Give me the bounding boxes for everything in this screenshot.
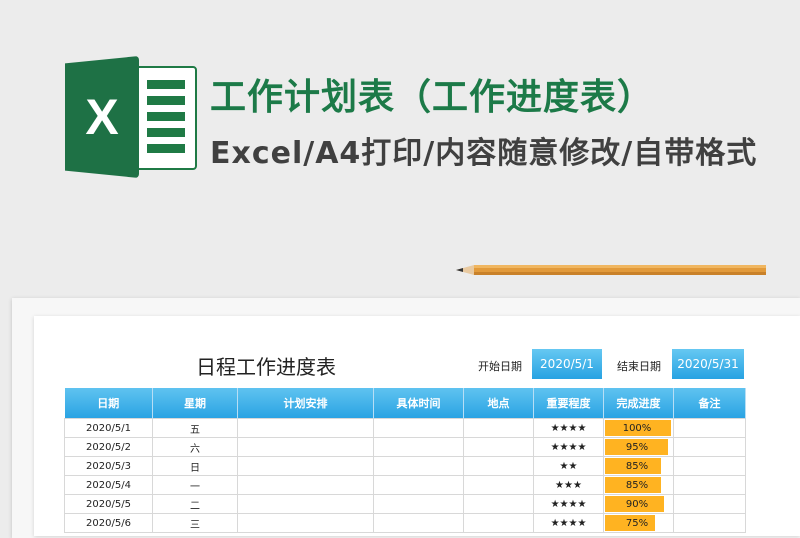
cell-place[interactable] (463, 418, 534, 438)
progress-text: 90% (625, 498, 649, 510)
cell-weekday[interactable]: 日 (152, 456, 238, 476)
cell-importance[interactable]: ★★★★ (533, 494, 604, 514)
end-date-label: 结束日期 (617, 360, 661, 373)
table-header-row: 日期 星期 计划安排 具体时间 地点 重要程度 完成进度 备注 (64, 388, 746, 419)
cell-progress[interactable]: 100% (603, 418, 674, 438)
progress-text: 95% (625, 441, 649, 453)
table-row: 2020/5/3 日 ★★ 85% (64, 456, 746, 476)
cell-progress[interactable]: 95% (603, 437, 674, 457)
cell-place[interactable] (463, 475, 534, 495)
cell-date[interactable]: 2020/5/6 (64, 513, 153, 533)
column-header-note[interactable]: 备注 (673, 388, 746, 419)
progress-text: 75% (625, 517, 649, 529)
cell-place[interactable] (463, 456, 534, 476)
progress-text: 85% (625, 479, 649, 491)
logo-letter: X (85, 89, 119, 145)
cell-weekday[interactable]: 一 (152, 475, 238, 495)
cell-plan[interactable] (237, 437, 374, 457)
cell-plan[interactable] (237, 513, 374, 533)
cell-date[interactable]: 2020/5/4 (64, 475, 153, 495)
table-row: 2020/5/4 一 ★★★ 85% (64, 475, 746, 495)
cell-place[interactable] (463, 437, 534, 457)
table-row: 2020/5/6 三 ★★★★ 75% (64, 513, 746, 533)
table-row: 2020/5/2 六 ★★★★ 95% (64, 437, 746, 457)
cell-date[interactable]: 2020/5/1 (64, 418, 153, 438)
cell-importance[interactable]: ★★★★ (533, 513, 604, 533)
cell-progress[interactable]: 85% (603, 456, 674, 476)
column-header-importance[interactable]: 重要程度 (533, 388, 604, 419)
grid-cell (147, 128, 185, 137)
grid-cell (147, 144, 185, 153)
cell-place[interactable] (463, 513, 534, 533)
cell-time[interactable] (373, 494, 464, 514)
cell-plan[interactable] (237, 456, 374, 476)
end-date-value[interactable]: 2020/5/31 (672, 349, 744, 379)
cell-note[interactable] (673, 513, 746, 533)
cell-weekday[interactable]: 三 (152, 513, 238, 533)
progress-text: 85% (625, 460, 649, 472)
cell-plan[interactable] (237, 418, 374, 438)
cell-note[interactable] (673, 456, 746, 476)
cell-time[interactable] (373, 418, 464, 438)
cell-plan[interactable] (237, 475, 374, 495)
column-header-place[interactable]: 地点 (463, 388, 534, 419)
cell-note[interactable] (673, 437, 746, 457)
cell-progress[interactable]: 90% (603, 494, 674, 514)
cell-note[interactable] (673, 494, 746, 514)
cell-weekday[interactable]: 二 (152, 494, 238, 514)
cell-importance[interactable]: ★★ (533, 456, 604, 476)
cell-progress[interactable]: 85% (603, 475, 674, 495)
cell-importance[interactable]: ★★★ (533, 475, 604, 495)
page-subtitle: Excel/A4打印/内容随意修改/自带格式 (210, 136, 758, 171)
cell-date[interactable]: 2020/5/3 (64, 456, 153, 476)
cell-time[interactable] (373, 456, 464, 476)
grid-cell (147, 112, 185, 121)
cell-plan[interactable] (237, 494, 374, 514)
page-title: 工作计划表（工作进度表） (210, 77, 655, 118)
cell-progress[interactable]: 75% (603, 513, 674, 533)
cell-weekday[interactable]: 六 (152, 437, 238, 457)
progress-text: 100% (622, 422, 652, 434)
pencil-icon (456, 265, 766, 275)
excel-logo-icon: X (65, 56, 197, 178)
cell-time[interactable] (373, 513, 464, 533)
cell-note[interactable] (673, 418, 746, 438)
cell-time[interactable] (373, 437, 464, 457)
start-date-label: 开始日期 (478, 360, 522, 373)
column-header-weekday[interactable]: 星期 (152, 388, 238, 419)
cell-weekday[interactable]: 五 (152, 418, 238, 438)
cell-date[interactable]: 2020/5/5 (64, 494, 153, 514)
cell-note[interactable] (673, 475, 746, 495)
cell-date[interactable]: 2020/5/2 (64, 437, 153, 457)
cell-place[interactable] (463, 494, 534, 514)
cell-time[interactable] (373, 475, 464, 495)
column-header-date[interactable]: 日期 (64, 388, 153, 419)
cell-importance[interactable]: ★★★★ (533, 437, 604, 457)
table-row: 2020/5/5 二 ★★★★ 90% (64, 494, 746, 514)
cell-importance[interactable]: ★★★★ (533, 418, 604, 438)
sheet-title: 日程工作进度表 (196, 355, 336, 379)
excel-x-badge: X (65, 56, 139, 178)
schedule-table: 日期 星期 计划安排 具体时间 地点 重要程度 完成进度 备注 2020/5/1… (64, 388, 746, 533)
column-header-time[interactable]: 具体时间 (373, 388, 464, 419)
column-header-progress[interactable]: 完成进度 (603, 388, 674, 419)
grid-cell (147, 96, 185, 105)
table-row: 2020/5/1 五 ★★★★ 100% (64, 418, 746, 438)
grid-cell (147, 80, 185, 89)
column-header-plan[interactable]: 计划安排 (237, 388, 374, 419)
start-date-value[interactable]: 2020/5/1 (532, 349, 602, 379)
